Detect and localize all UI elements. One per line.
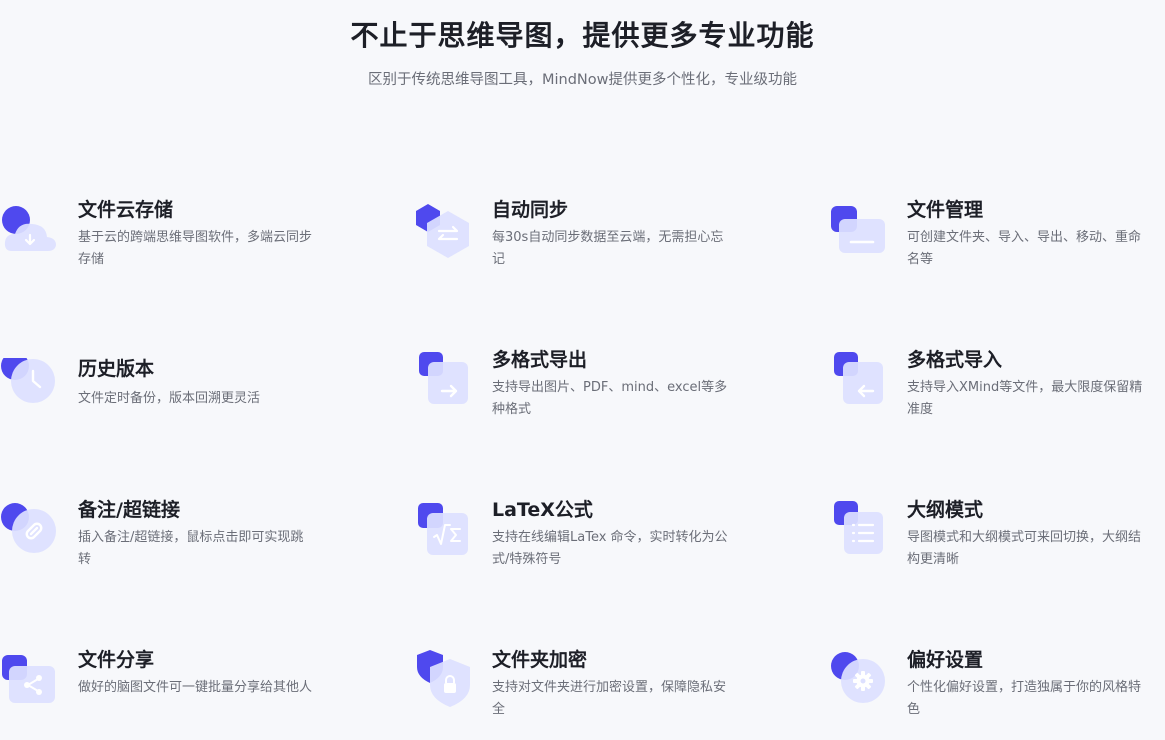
clock-history-icon bbox=[0, 358, 60, 420]
feature-title: 历史版本 bbox=[78, 358, 155, 380]
feature-title: 多格式导入 bbox=[907, 349, 1003, 371]
feature-title: 大纲模式 bbox=[907, 499, 984, 521]
feature-title: 备注/超链接 bbox=[78, 499, 180, 521]
feature-file-share: 文件分享 做好的脑图文件可一键批量分享给其他人 bbox=[0, 649, 312, 729]
gear-icon bbox=[829, 649, 889, 711]
feature-description: 插入备注/超链接，鼠标点击即可实现跳转 bbox=[78, 530, 304, 567]
feature-title: 文件云存储 bbox=[78, 199, 174, 221]
import-arrow-icon bbox=[829, 349, 889, 411]
feature-title: 文件夹加密 bbox=[492, 649, 588, 671]
feature-title: 文件管理 bbox=[907, 199, 984, 221]
feature-description: 导图模式和大纲模式可来回切换，大纲结构更清晰 bbox=[907, 530, 1142, 567]
link-icon bbox=[0, 499, 60, 561]
feature-description: 支持导入XMind等文件，最大限度保留精准度 bbox=[907, 380, 1143, 417]
feature-description: 可创建文件夹、导入、导出、移动、重命名等 bbox=[907, 230, 1142, 267]
feature-title: LaTeX公式 bbox=[492, 499, 593, 521]
page-title: 不止于思维导图，提供更多专业功能 bbox=[350, 19, 815, 52]
feature-outline-mode: 大纲模式 导图模式和大纲模式可来回切换，大纲结构更清晰 bbox=[829, 499, 1141, 579]
feature-notes-links: 备注/超链接 插入备注/超链接，鼠标点击即可实现跳转 bbox=[0, 499, 303, 579]
feature-description: 支持对文件夹进行加密设置，保障隐私安全 bbox=[492, 680, 727, 717]
feature-export: 多格式导出 支持导出图片、PDF、mind、excel等多种格式 bbox=[414, 349, 727, 429]
feature-folder-encryption: 文件夹加密 支持对文件夹进行加密设置，保障隐私安全 bbox=[414, 649, 726, 729]
feature-latex: LaTeX公式 支持在线编辑LaTex 命令，实时转化为公式/特殊符号 bbox=[414, 499, 728, 579]
formula-icon bbox=[414, 499, 474, 561]
feature-description: 文件定时备份，版本回溯更灵活 bbox=[78, 391, 261, 406]
feature-title: 偏好设置 bbox=[907, 649, 984, 671]
feature-cloud-storage: 文件云存储 基于云的跨端思维导图软件，多端云同步存储 bbox=[0, 199, 312, 279]
feature-description: 支持导出图片、PDF、mind、excel等多种格式 bbox=[492, 380, 728, 417]
export-arrow-icon bbox=[414, 349, 474, 411]
feature-file-management: 文件管理 可创建文件夹、导入、导出、移动、重命名等 bbox=[829, 199, 1141, 279]
cloud-download-icon bbox=[0, 199, 60, 261]
feature-preferences: 偏好设置 个性化偏好设置，打造独属于你的风格特色 bbox=[829, 649, 1141, 729]
feature-description: 支持在线编辑LaTex 命令，实时转化为公式/特殊符号 bbox=[492, 530, 728, 567]
feature-description: 基于云的跨端思维导图软件，多端云同步存储 bbox=[78, 230, 313, 267]
feature-auto-sync: 自动同步 每30s自动同步数据至云端，无需担心忘记 bbox=[414, 199, 723, 279]
shield-lock-icon bbox=[414, 649, 474, 711]
feature-description: 做好的脑图文件可一键批量分享给其他人 bbox=[78, 680, 313, 695]
sync-arrows-icon bbox=[414, 199, 474, 261]
outline-list-icon bbox=[829, 499, 889, 561]
feature-history: 历史版本 文件定时备份，版本回溯更灵活 bbox=[0, 358, 300, 438]
feature-title: 自动同步 bbox=[492, 199, 569, 221]
feature-title: 多格式导出 bbox=[492, 349, 588, 371]
feature-title: 文件分享 bbox=[78, 649, 155, 671]
folder-manage-icon bbox=[829, 199, 889, 261]
feature-description: 个性化偏好设置，打造独属于你的风格特色 bbox=[907, 680, 1142, 717]
page-subtitle: 区别于传统思维导图工具，MindNow提供更多个性化，专业级功能 bbox=[367, 72, 797, 88]
share-icon bbox=[0, 649, 60, 711]
feature-description: 每30s自动同步数据至云端，无需担心忘记 bbox=[492, 230, 724, 267]
feature-import: 多格式导入 支持导入XMind等文件，最大限度保留精准度 bbox=[829, 349, 1142, 429]
